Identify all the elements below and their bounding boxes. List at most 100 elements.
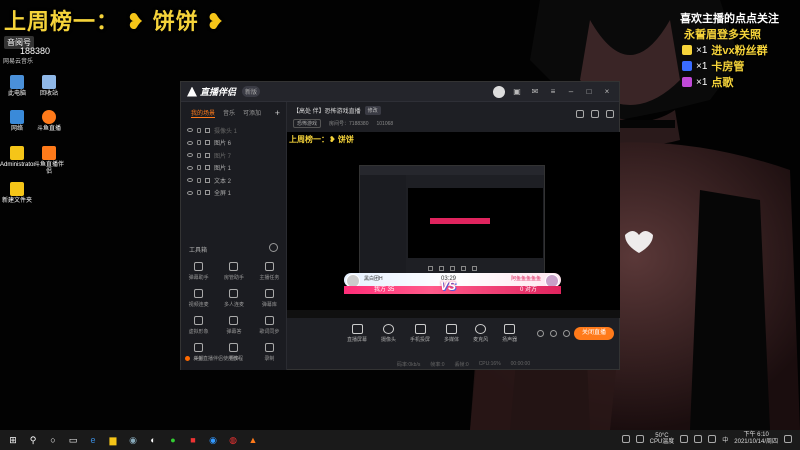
preview-eye-icon[interactable] <box>550 329 558 337</box>
desktop-icon-new-folder[interactable]: 新建文件夹 <box>0 182 34 205</box>
tool-item[interactable]: 弹幕库 <box>252 289 287 308</box>
network-icon <box>10 110 24 124</box>
desktop-icon-douyu[interactable]: 斗鱼直播 <box>32 110 66 133</box>
menu-icon[interactable]: ≡ <box>547 87 559 96</box>
multimedia-button[interactable]: 多媒体 <box>444 323 459 343</box>
scene-item[interactable]: 图片 7 <box>185 149 282 162</box>
netease-music-icon[interactable]: ◍ <box>226 433 240 447</box>
gift-count: ×1 <box>696 76 708 88</box>
scene-item[interactable]: 摄像头 1 <box>185 124 282 137</box>
go-live-button[interactable]: 关闭直播 <box>574 327 614 340</box>
cortana-icon[interactable]: ○ <box>46 433 60 447</box>
phone-cast-button[interactable]: 手机投屏 <box>410 323 430 343</box>
tool-item[interactable]: 多人连麦 <box>216 289 251 308</box>
scene-item[interactable]: 图片 6 <box>185 137 282 150</box>
eye-icon[interactable] <box>187 178 193 183</box>
network-tray-icon[interactable] <box>694 435 703 444</box>
tool-item[interactable]: 主播任务 <box>252 262 287 281</box>
message-icon[interactable]: ✉ <box>529 87 541 96</box>
follow-title: 喜欢主播的点点关注 <box>680 13 779 25</box>
eye-icon[interactable] <box>187 140 193 145</box>
scene-item[interactable]: 文本 2 <box>185 174 282 187</box>
desktop-icon-network[interactable]: 网络 <box>0 110 34 133</box>
windows-start-icon[interactable]: ⊞ <box>6 433 20 447</box>
clock[interactable]: 下午 6:10 2021/10/14/周四 <box>734 432 778 446</box>
tool-item[interactable]: 房管助手 <box>216 262 251 281</box>
tool-item[interactable]: 虚拟形象 <box>181 316 216 335</box>
minimize-icon[interactable]: – <box>565 87 577 96</box>
tool-item[interactable]: 录制 <box>252 343 287 362</box>
scene-item[interactable]: 图片 1 <box>185 162 282 175</box>
scene-item[interactable]: 全屏 1 <box>185 187 282 200</box>
record-video-icon[interactable] <box>537 329 545 337</box>
notification-center-icon[interactable] <box>784 435 792 444</box>
tool-item[interactable]: 弹幕答 <box>216 316 251 335</box>
douyu-companion-taskbar-icon[interactable]: ▲ <box>246 433 260 447</box>
ime-indicator[interactable]: 中 <box>722 435 728 444</box>
lock-icon[interactable] <box>197 177 201 183</box>
desktop-icon-this-pc[interactable]: 此电脑 <box>0 75 34 98</box>
steam-icon[interactable]: ◉ <box>126 433 140 447</box>
lock-icon[interactable] <box>197 165 201 171</box>
scene-item-label: 全屏 1 <box>214 191 232 198</box>
desktop-icon-douyu-companion[interactable]: 斗鱼直播伴侣 <box>32 146 66 175</box>
desktop-icon-label: Administrator <box>0 162 36 168</box>
tab-music[interactable]: 音乐 <box>223 108 235 118</box>
lock-icon[interactable] <box>197 152 201 158</box>
tab-my-scenes[interactable]: 我的场景 <box>191 108 216 118</box>
tab-addable[interactable]: 可添加 <box>243 108 261 118</box>
app-icon-red[interactable]: ■ <box>186 433 200 447</box>
user-avatar[interactable] <box>493 85 505 98</box>
version-badge[interactable]: 新版 <box>242 86 261 97</box>
eye-icon[interactable] <box>187 153 193 158</box>
gift-icon <box>682 77 692 87</box>
microphone-button[interactable]: 麦克风 <box>473 323 488 343</box>
lock-icon[interactable] <box>197 140 201 146</box>
cpu-temp[interactable]: 50°C CPU温度 <box>650 433 675 446</box>
tutorial-link[interactable]: 斗鱼直播伴侣使用教程 <box>185 355 243 362</box>
speaker-button[interactable]: 扬声器 <box>502 323 517 343</box>
gift-row: ×1 点歌 <box>682 74 733 90</box>
gift-box-icon[interactable]: ▣ <box>511 87 523 96</box>
volume-icon[interactable] <box>708 435 717 444</box>
chevron-up-icon[interactable] <box>680 435 689 444</box>
stream-preview[interactable]: 上周榜一：❥ 饼饼 黑白团H 03:29 阿鱼鱼鱼鱼鱼 我方 35 0 对方 V… <box>287 132 620 318</box>
tool-item[interactable]: 歌词同步 <box>252 316 287 335</box>
task-view-icon[interactable]: ▭ <box>66 433 80 447</box>
heart-icon-2: ❥ <box>205 9 226 34</box>
eye-icon[interactable] <box>187 128 193 133</box>
maximize-icon[interactable]: □ <box>583 87 595 96</box>
screen-capture-button[interactable]: 直播屏幕 <box>347 323 367 343</box>
gift-icon[interactable] <box>576 110 584 118</box>
camera-button[interactable]: 摄像头 <box>381 323 396 343</box>
file-explorer-icon[interactable]: ▆ <box>106 433 120 447</box>
share-icon[interactable] <box>606 110 614 118</box>
app-icon-circle[interactable]: ◉ <box>206 433 220 447</box>
lock-icon[interactable] <box>197 190 201 196</box>
notification-icon[interactable] <box>591 110 599 118</box>
settings-icon[interactable] <box>563 329 571 337</box>
desktop-icon-recycle-bin[interactable]: 回收站 <box>32 75 66 98</box>
category-badge[interactable]: 恐怖游戏 <box>293 119 322 128</box>
tray-app-icon[interactable] <box>621 435 630 444</box>
add-scene-button[interactable]: + <box>275 108 280 118</box>
wechat-icon[interactable]: ● <box>166 433 180 447</box>
toolbox-grid: 弹幕助手 房管助手 主播任务 视频连麦 多人连麦 弹幕库 虚拟形象 弹幕答 歌词… <box>181 262 287 362</box>
duration-status: 00:00:00 <box>510 361 531 367</box>
tool-item[interactable]: 视频连麦 <box>181 289 216 308</box>
lock-icon[interactable] <box>197 127 201 133</box>
search-icon[interactable]: ⚲ <box>26 433 40 447</box>
tool-item[interactable]: 弹幕助手 <box>181 262 216 281</box>
tray-app-icon[interactable] <box>635 435 644 444</box>
edit-title-button[interactable]: 修改 <box>364 106 381 115</box>
eye-icon[interactable] <box>187 190 193 195</box>
monitor-icon <box>351 323 363 334</box>
image-icon <box>205 152 210 158</box>
toolbox-settings-icon[interactable] <box>269 243 278 252</box>
qq-icon[interactable]: ◐ <box>146 433 160 447</box>
close-icon[interactable]: × <box>601 87 613 96</box>
pk-right-name: 阿鱼鱼鱼鱼鱼 <box>510 276 541 282</box>
eye-icon[interactable] <box>187 165 193 170</box>
desktop-icon-administrator[interactable]: Administrator <box>0 146 36 169</box>
edge-icon[interactable]: e <box>86 433 100 447</box>
